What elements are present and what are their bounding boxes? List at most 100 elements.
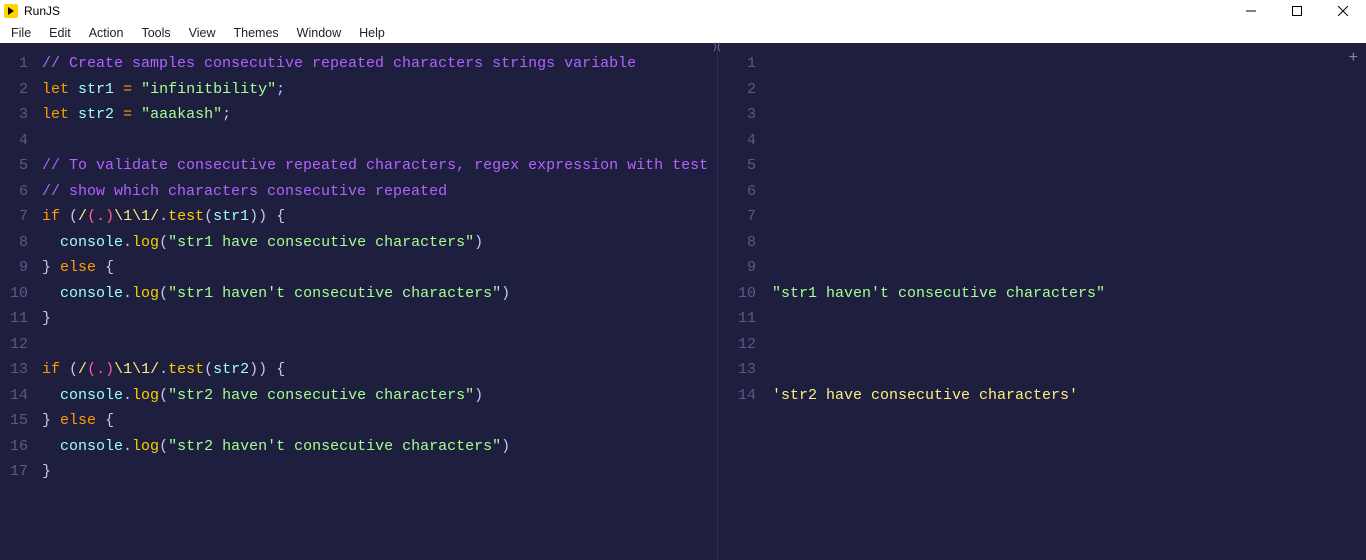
line-number: 3 [718, 102, 772, 128]
token-punc: . [123, 234, 132, 251]
editor-line: 5// To validate consecutive repeated cha… [0, 153, 717, 179]
menu-action[interactable]: Action [80, 24, 133, 42]
editor-line: 9} else { [0, 255, 717, 281]
token-punc: ( [159, 438, 168, 455]
menu-file[interactable]: File [2, 24, 40, 42]
editor-code[interactable]: 1// Create samples consecutive repeated … [0, 43, 717, 485]
token-punc: ( [204, 361, 213, 378]
line-number: 5 [718, 153, 772, 179]
close-button[interactable] [1320, 0, 1366, 22]
output-line: 8 [718, 230, 1366, 256]
line-number: 7 [0, 204, 42, 230]
token-punc: } [42, 463, 51, 480]
output-line: 14'str2 have consecutive characters' [718, 383, 1366, 409]
token-keyword2: if [42, 361, 60, 378]
token-sp [132, 81, 141, 98]
editor-line: 14 console.log("str2 have consecutive ch… [0, 383, 717, 409]
line-number: 4 [718, 128, 772, 154]
token-punc: ; [222, 106, 231, 123]
token-keyword2: if [42, 208, 60, 225]
token-out-str: "str1 haven't consecutive characters" [772, 285, 1105, 302]
editor-line: 8 console.log("str1 have consecutive cha… [0, 230, 717, 256]
line-number: 12 [0, 332, 42, 358]
editor-pane[interactable]: 1// Create samples consecutive repeated … [0, 43, 718, 560]
editor-line: 4 [0, 128, 717, 154]
token-string: "aaakash" [141, 106, 222, 123]
editor-line: 11} [0, 306, 717, 332]
token-punc: ( [159, 387, 168, 404]
token-sp [60, 208, 69, 225]
line-content: if (/(.)\1\1/.test(str2)) { [42, 357, 285, 383]
token-var: str1 [78, 81, 114, 98]
editor-line: 1// Create samples consecutive repeated … [0, 51, 717, 77]
token-sp [60, 361, 69, 378]
maximize-button[interactable] [1274, 0, 1320, 22]
token-punc: ( [69, 361, 78, 378]
editor-line: 13if (/(.)\1\1/.test(str2)) { [0, 357, 717, 383]
line-number: 6 [718, 179, 772, 205]
token-var: str2 [213, 361, 249, 378]
line-number: 2 [718, 77, 772, 103]
token-func: log [132, 285, 159, 302]
token-string: "str2 have consecutive characters" [168, 387, 474, 404]
token-string: "str1 have consecutive characters" [168, 234, 474, 251]
line-number: 14 [0, 383, 42, 409]
token-func: test [168, 208, 204, 225]
token-punc: } [42, 259, 51, 276]
editor-line: 7if (/(.)\1\1/.test(str1)) { [0, 204, 717, 230]
token-sp [42, 438, 60, 455]
editor-line: 16 console.log("str2 haven't consecutive… [0, 434, 717, 460]
token-sp [51, 259, 60, 276]
token-punc: ) [501, 438, 510, 455]
output-line: 13 [718, 357, 1366, 383]
line-content: "str1 haven't consecutive characters" [772, 281, 1105, 307]
titlebar: RunJS [0, 0, 1366, 22]
menu-help[interactable]: Help [350, 24, 394, 42]
token-sp [114, 81, 123, 98]
menu-window[interactable]: Window [288, 24, 350, 42]
line-number: 3 [0, 102, 42, 128]
new-tab-button[interactable]: + [1349, 49, 1358, 67]
token-keyword2: else [60, 412, 96, 429]
token-punc: . [159, 208, 168, 225]
line-number: 1 [0, 51, 42, 77]
menu-edit[interactable]: Edit [40, 24, 80, 42]
line-number: 13 [718, 357, 772, 383]
editor-line: 10 console.log("str1 haven't consecutive… [0, 281, 717, 307]
token-func: test [168, 361, 204, 378]
line-number: 11 [718, 306, 772, 332]
line-content: // Create samples consecutive repeated c… [42, 51, 636, 77]
token-string: "str1 haven't consecutive characters" [168, 285, 501, 302]
menu-themes[interactable]: Themes [225, 24, 288, 42]
token-func: log [132, 387, 159, 404]
minimize-button[interactable] [1228, 0, 1274, 22]
output-line: 10"str1 haven't consecutive characters" [718, 281, 1366, 307]
token-punc: . [123, 438, 132, 455]
token-regex-grp: (.) [87, 361, 114, 378]
line-content: console.log("str2 have consecutive chara… [42, 383, 483, 409]
token-op: = [123, 106, 132, 123]
token-sp [42, 387, 60, 404]
line-content: // To validate consecutive repeated char… [42, 153, 718, 179]
token-comment: // To validate consecutive repeated char… [42, 157, 718, 174]
token-regex: / [78, 208, 87, 225]
menu-tools[interactable]: Tools [132, 24, 179, 42]
token-punc: { [105, 259, 114, 276]
line-content: console.log("str1 haven't consecutive ch… [42, 281, 510, 307]
line-number: 2 [0, 77, 42, 103]
token-punc: . [123, 387, 132, 404]
token-sp [267, 361, 276, 378]
line-number: 9 [0, 255, 42, 281]
output-line: 2 [718, 77, 1366, 103]
line-number: 10 [718, 281, 772, 307]
line-content: if (/(.)\1\1/.test(str1)) { [42, 204, 285, 230]
token-punc: . [159, 361, 168, 378]
token-sp [51, 412, 60, 429]
token-sp [96, 259, 105, 276]
token-punc: ) [501, 285, 510, 302]
line-number: 1 [718, 51, 772, 77]
menu-view[interactable]: View [180, 24, 225, 42]
editor-line: 12 [0, 332, 717, 358]
output-line: 3 [718, 102, 1366, 128]
output-pane: + 12345678910"str1 haven't consecutive c… [718, 43, 1366, 560]
